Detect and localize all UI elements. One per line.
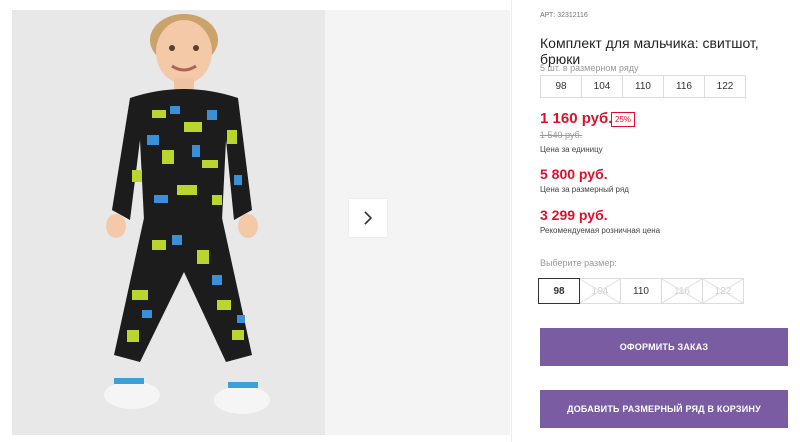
gallery-next-button[interactable] [349,199,387,237]
unavailable-cross-icon [580,279,620,303]
size-option-122: 122 [702,278,744,304]
set-price: 5 800 руб. [540,166,608,182]
unavailable-cross-icon [703,279,743,303]
product-photo [12,10,325,435]
size-option-104: 104 [579,278,621,304]
add-set-to-cart-button[interactable]: ДОБАВИТЬ РАЗМЕРНЫЙ РЯД В КОРЗИНУ [540,390,788,428]
size-option-116: 116 [661,278,703,304]
set-size-item: 116 [663,75,705,98]
column-divider [511,0,512,442]
size-selector-label: Выберите размер: [540,258,617,268]
rrp-label: Рекомендуемая розничная цена [540,226,661,235]
size-selector: 98 104 110 116 122 [538,278,744,304]
discount-badge: 25% [611,112,636,127]
unit-price-label: Цена за единицу [540,145,603,154]
boy-in-tracksuit-image [12,10,325,435]
article-value: 32312116 [557,12,588,19]
article-label: АРТ: [540,12,556,19]
old-price: 1 540 руб. [540,130,583,140]
unavailable-cross-icon [662,279,702,303]
set-size-item: 122 [704,75,746,98]
order-button[interactable]: ОФОРМИТЬ ЗАКАЗ [540,328,788,366]
article-number: АРТ: 32312116 [540,12,588,19]
rrp-price: 3 299 руб. [540,207,608,223]
size-option-label: 110 [633,285,649,297]
size-option-98[interactable]: 98 [538,278,580,304]
set-size-item: 104 [581,75,623,98]
size-option-label: 98 [553,285,565,297]
set-sizes-label: 5 шт. в размерном ряду [540,63,639,73]
set-sizes-list: 98 104 110 116 122 [540,75,746,98]
size-option-110[interactable]: 110 [620,278,662,304]
chevron-right-icon [364,211,373,225]
set-size-item: 98 [540,75,582,98]
set-size-item: 110 [622,75,664,98]
unit-price: 1 160 руб. [540,110,613,127]
set-price-label: Цена за размерный ряд [540,185,629,194]
